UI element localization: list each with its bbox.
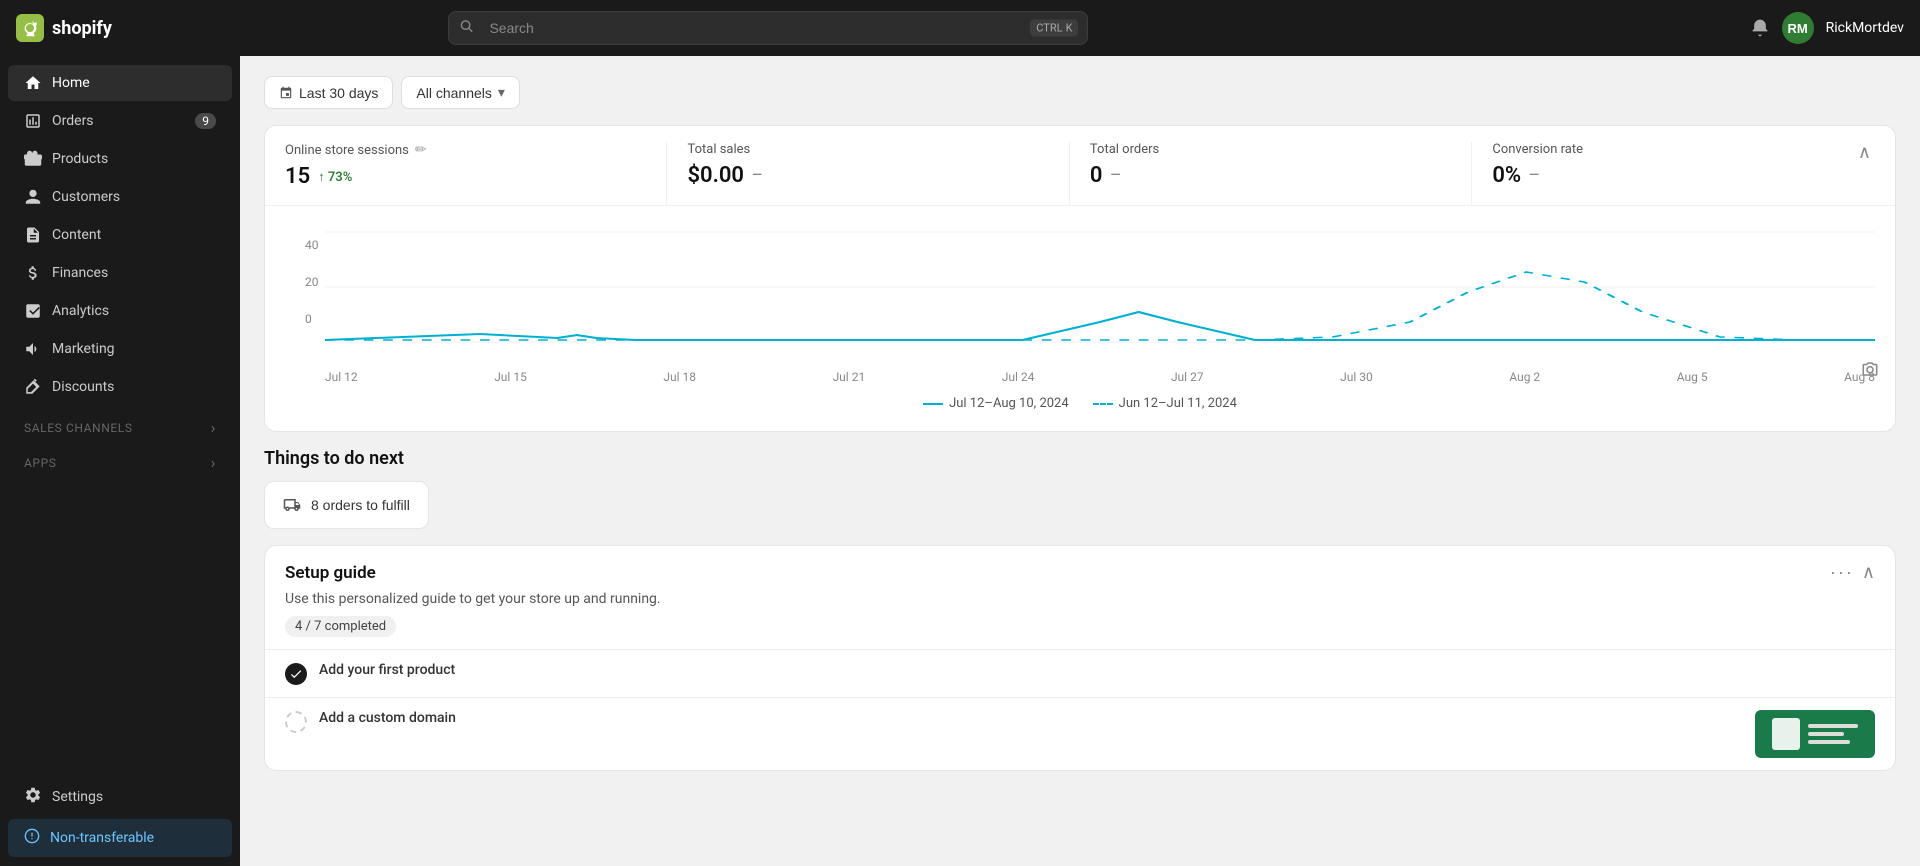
sidebar-item-home[interactable]: Home [8, 65, 232, 101]
sidebar-item-settings[interactable]: Settings [8, 777, 232, 817]
sidebar-item-discounts[interactable]: Discounts [8, 369, 232, 405]
marketing-icon [24, 340, 42, 358]
stat-separator-2 [1069, 142, 1070, 205]
topbar: shopify CTRL K RM RickMortdev [0, 0, 1920, 56]
conversion-dash: — [1529, 168, 1539, 183]
stat-total-sales: Total sales $0.00 — [687, 142, 1048, 204]
setup-guide-header: Setup guide ··· ∧ [265, 546, 1895, 591]
orders-badge: 9 [195, 113, 216, 129]
setup-guide-actions: ··· ∧ [1830, 562, 1875, 583]
content-icon [24, 226, 42, 244]
chart-container: 40 20 0 [265, 206, 1895, 431]
setup-item-domain-label: Add a custom domain [319, 710, 456, 726]
sidebar: Home Orders 9 Products Customers [0, 56, 240, 866]
setup-guide-more-button[interactable]: ··· [1830, 562, 1854, 583]
stats-row: Online store sessions ✏ 15 ↑ 73% Total s… [265, 126, 1895, 206]
sidebar-item-marketing[interactable]: Marketing [8, 331, 232, 367]
total-orders-dash: — [1110, 168, 1120, 183]
main-content: Last 30 days All channels ▾ Online store… [240, 56, 1920, 866]
sidebar-item-non-transferable[interactable]: Non-transferable [8, 819, 232, 857]
setup-guide-description: Use this personalized guide to get your … [265, 591, 1895, 615]
layout: Home Orders 9 Products Customers [0, 56, 1920, 866]
logo: shopify [16, 14, 112, 42]
chart-svg [325, 222, 1875, 362]
stat-separator-1 [666, 142, 667, 205]
analytics-icon [24, 302, 42, 320]
username-label[interactable]: RickMortdev [1826, 20, 1904, 36]
setup-guide-progress: 4 / 7 completed [285, 616, 396, 637]
things-to-do-title: Things to do next [264, 448, 1896, 469]
notifications-button[interactable] [1750, 18, 1770, 38]
sales-channels-chevron: › [211, 418, 216, 437]
date-filter-button[interactable]: Last 30 days [264, 76, 393, 109]
legend-previous-line [1093, 403, 1113, 405]
stat-sessions: Online store sessions ✏ 15 ↑ 73% [285, 142, 646, 205]
settings-icon [24, 786, 42, 808]
analytics-card: Online store sessions ✏ 15 ↑ 73% Total s… [264, 125, 1896, 432]
setup-guide-title: Setup guide [285, 563, 376, 583]
chart-y-labels: 40 20 0 [305, 238, 319, 326]
sidebar-item-content[interactable]: Content [8, 217, 232, 253]
shopify-logo-icon [16, 14, 44, 42]
apps-chevron: › [211, 453, 216, 472]
channel-filter-button[interactable]: All channels ▾ [401, 76, 520, 109]
sidebar-item-products[interactable]: Products [8, 141, 232, 177]
setup-item-domain: Add a custom domain [265, 697, 1895, 770]
orders-icon [24, 112, 42, 130]
collapse-stats-button[interactable]: ∧ [1854, 142, 1875, 163]
discounts-icon [24, 378, 42, 396]
logo-text: shopify [52, 18, 112, 39]
fulfill-orders-button[interactable]: 8 orders to fulfill [264, 481, 429, 529]
channel-chevron-icon: ▾ [498, 84, 505, 101]
total-sales-dash: — [752, 168, 762, 183]
apps-section[interactable]: Apps › [8, 441, 232, 476]
customers-icon [24, 188, 42, 206]
stat-total-orders: Total orders 0 — [1090, 142, 1451, 204]
search-shortcut: CTRL K [1030, 20, 1078, 37]
sidebar-item-orders[interactable]: Orders 9 [8, 103, 232, 139]
setup-item-product: Add your first product [265, 649, 1895, 697]
search-input[interactable] [448, 11, 1088, 45]
check-done-icon [285, 663, 307, 685]
sidebar-item-analytics[interactable]: Analytics [8, 293, 232, 329]
stat-conversion: Conversion rate 0% — [1492, 142, 1853, 204]
setup-guide-card: Setup guide ··· ∧ Use this personalized … [264, 545, 1896, 771]
sidebar-item-customers[interactable]: Customers [8, 179, 232, 215]
legend-current: Jul 12–Aug 10, 2024 [923, 396, 1069, 411]
check-pending-icon [285, 711, 307, 733]
products-icon [24, 150, 42, 168]
setup-item-product-label: Add your first product [319, 662, 455, 678]
chart-legend: Jul 12–Aug 10, 2024 Jun 12–Jul 11, 2024 [285, 388, 1875, 423]
sessions-change: ↑ 73% [318, 169, 352, 185]
setup-guide-collapse-button[interactable]: ∧ [1862, 562, 1875, 583]
legend-current-line [923, 403, 943, 405]
sidebar-item-finances[interactable]: Finances [8, 255, 232, 291]
chart-x-labels: Jul 12 Jul 15 Jul 18 Jul 21 Jul 24 Jul 2… [325, 366, 1875, 388]
avatar[interactable]: RM [1782, 12, 1814, 44]
filters-row: Last 30 days All channels ▾ [264, 76, 1896, 109]
search-bar: CTRL K [448, 11, 1088, 45]
topbar-actions: RM RickMortdev [1750, 12, 1904, 44]
non-transferable-label: Non-transferable [50, 830, 154, 846]
home-icon [24, 74, 42, 92]
stat-separator-3 [1471, 142, 1472, 205]
setup-item-thumbnail [1755, 710, 1875, 758]
non-transferable-icon [24, 828, 40, 848]
edit-sessions-icon[interactable]: ✏ [415, 142, 427, 158]
legend-previous: Jun 12–Jul 11, 2024 [1093, 396, 1237, 411]
sales-channels-section[interactable]: Sales channels › [8, 406, 232, 441]
finances-icon [24, 264, 42, 282]
search-icon [460, 19, 474, 38]
screenshot-button[interactable] [1861, 360, 1879, 383]
